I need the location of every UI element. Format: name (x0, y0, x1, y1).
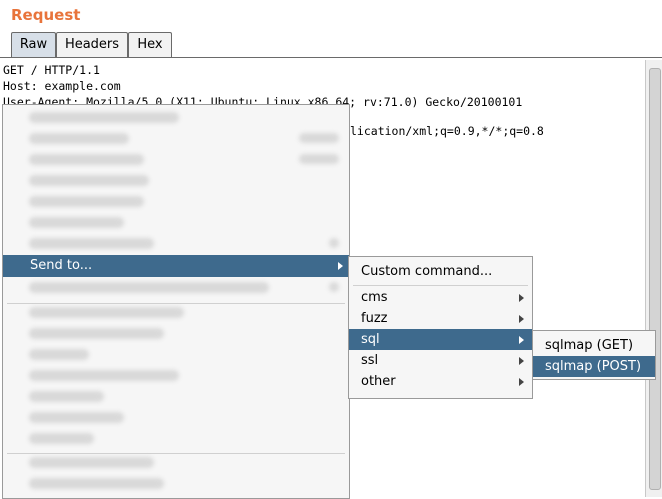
tab-raw[interactable]: Raw (11, 32, 56, 57)
blurred-menu-item[interactable] (29, 349, 89, 360)
send-to-submenu: Custom command... cms fuzz sql ssl other (348, 256, 533, 399)
menu-separator (7, 303, 345, 304)
blurred-menu-item[interactable] (29, 478, 164, 489)
submenu-item-label: cms (361, 290, 388, 305)
blurred-shortcut (329, 238, 339, 248)
blurred-shortcut (299, 154, 339, 164)
blurred-menu-item[interactable] (29, 282, 269, 293)
scrollbar-thumb[interactable] (649, 68, 661, 490)
tab-divider (0, 57, 662, 58)
blurred-shortcut (299, 133, 339, 143)
submenu-item-other[interactable]: other (349, 371, 532, 392)
submenu-arrow-icon (519, 378, 524, 386)
host-header: Host: example.com (3, 79, 121, 93)
blurred-menu-item[interactable] (29, 412, 124, 423)
vertical-scrollbar[interactable] (645, 60, 662, 497)
menu-separator (7, 453, 345, 454)
accept-header-partial: lication/xml;q=0.9,*/*;q=0.8 (350, 124, 544, 138)
submenu-item-sql[interactable]: sql (349, 329, 532, 350)
blurred-menu-item[interactable] (29, 391, 104, 402)
blurred-menu-item[interactable] (29, 217, 124, 228)
submenu-arrow-icon (519, 294, 524, 302)
submenu-item-label: other (361, 374, 396, 389)
submenu-item-label: ssl (361, 353, 379, 368)
submenu-item-label: sqlmap (POST) (545, 359, 642, 374)
submenu-arrow-icon (519, 315, 524, 323)
context-menu: Send to... (2, 104, 350, 499)
sqlmap-post-item[interactable]: sqlmap (POST) (533, 356, 655, 377)
blurred-menu-item[interactable] (29, 196, 144, 207)
submenu-arrow-icon (519, 357, 524, 365)
blurred-menu-item[interactable] (29, 457, 154, 468)
submenu-arrow-icon (338, 262, 343, 270)
submenu-item-label: sql (361, 332, 380, 347)
submenu-item-label: fuzz (361, 311, 388, 326)
blurred-menu-item[interactable] (29, 433, 94, 444)
blurred-menu-item[interactable] (29, 133, 129, 144)
submenu-item-label: Custom command... (361, 264, 493, 279)
submenu-item-ssl[interactable]: ssl (349, 350, 532, 371)
submenu-item-fuzz[interactable]: fuzz (349, 308, 532, 329)
blurred-menu-item[interactable] (29, 307, 184, 318)
blurred-menu-item[interactable] (29, 175, 149, 186)
submenu-arrow-icon (519, 336, 524, 344)
send-to-label: Send to... (30, 258, 93, 273)
blurred-menu-item[interactable] (29, 112, 179, 123)
submenu-item-cms[interactable]: cms (349, 287, 532, 308)
panel-title: Request (11, 6, 81, 24)
blurred-shortcut (329, 282, 339, 292)
blurred-menu-item[interactable] (29, 154, 144, 165)
tab-headers[interactable]: Headers (56, 32, 128, 57)
send-to-menu-item[interactable]: Send to... (3, 255, 349, 277)
menu-separator (353, 285, 528, 286)
blurred-menu-item[interactable] (29, 370, 179, 381)
tab-hex[interactable]: Hex (128, 32, 172, 57)
blurred-menu-item[interactable] (29, 238, 154, 249)
request-line: GET / HTTP/1.1 (3, 63, 100, 77)
submenu-item-label: sqlmap (GET) (545, 338, 634, 353)
sqlmap-get-item[interactable]: sqlmap (GET) (533, 335, 655, 356)
blurred-menu-item[interactable] (29, 328, 164, 339)
sql-submenu: sqlmap (GET) sqlmap (POST) (532, 330, 656, 380)
submenu-item-custom-command[interactable]: Custom command... (349, 261, 532, 282)
